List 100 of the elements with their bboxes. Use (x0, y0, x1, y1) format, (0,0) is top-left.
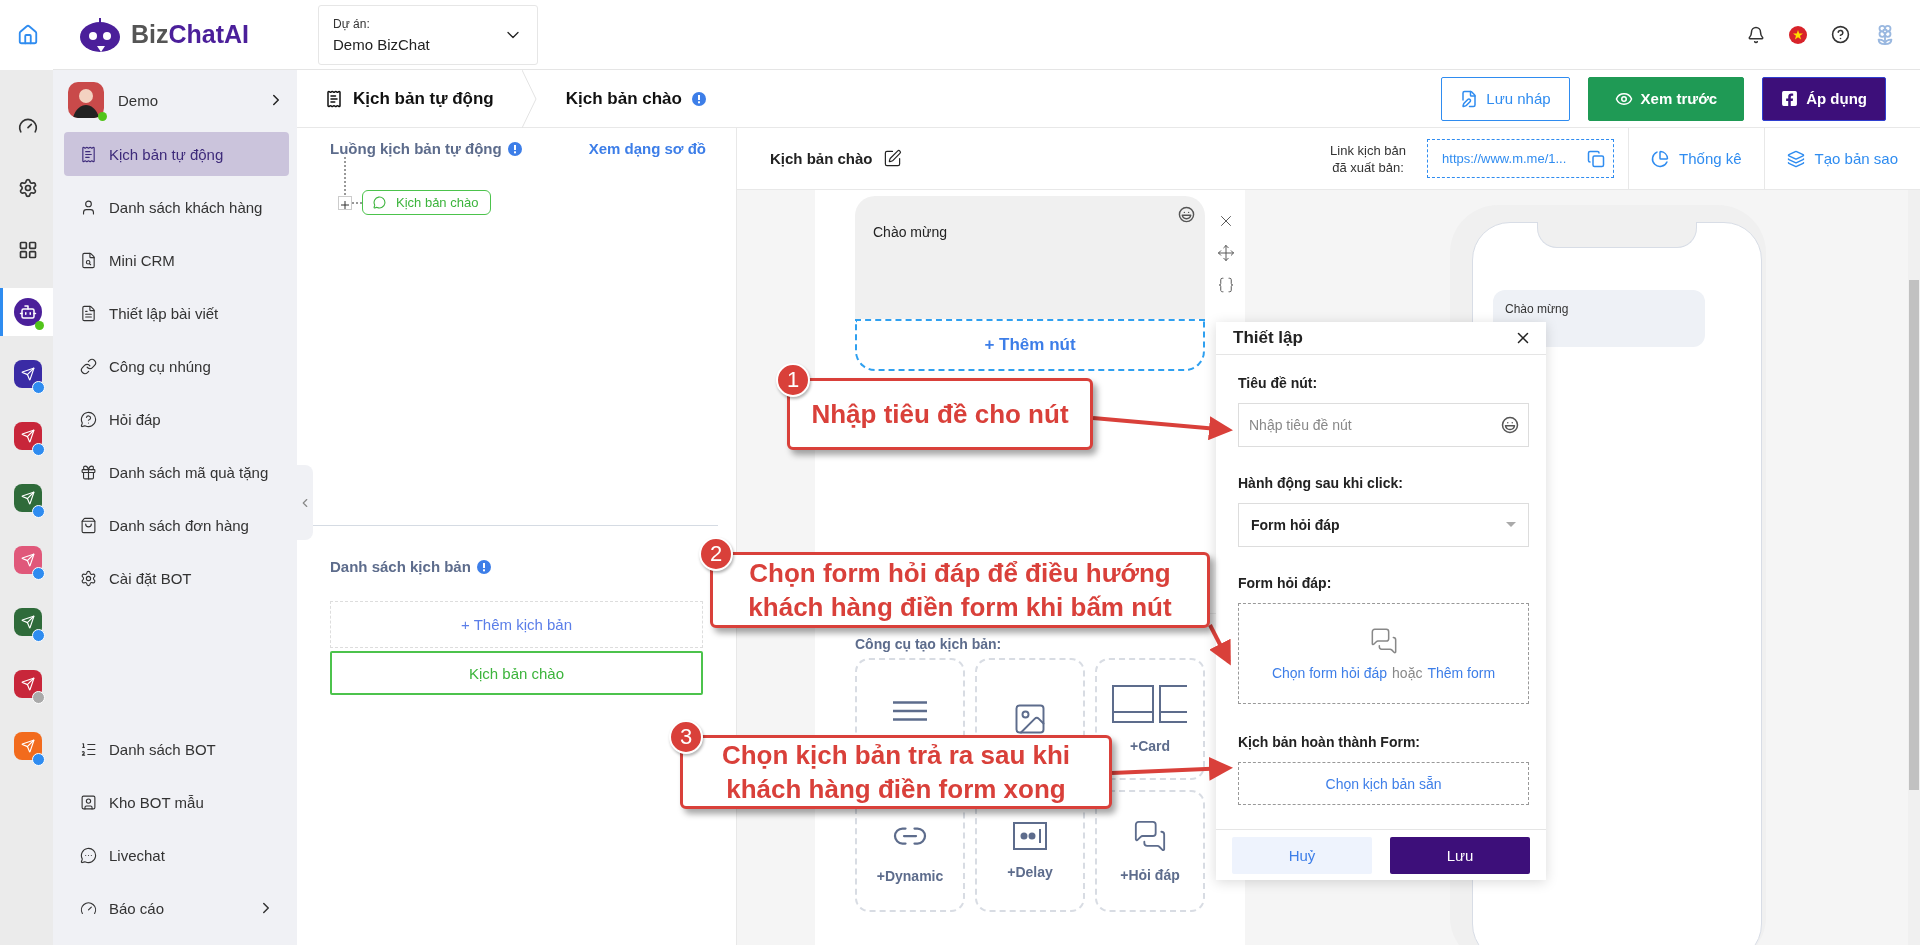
gauge-icon (18, 116, 38, 136)
save-draft-button[interactable]: Lưu nháp (1441, 76, 1570, 121)
choose-script-button[interactable]: Chọn kịch bản sẵn (1238, 762, 1529, 805)
list-icon (80, 145, 97, 163)
button-title-field[interactable]: Nhập tiêu đề nút (1238, 403, 1529, 447)
document-icon (325, 89, 343, 108)
rail-item[interactable] (0, 288, 53, 336)
step-number: 2 (699, 537, 733, 571)
message-text: Chào mừng (873, 224, 947, 240)
emoji-icon[interactable] (1178, 206, 1195, 223)
delay-icon (1013, 822, 1047, 850)
braces-icon[interactable] (1217, 276, 1235, 294)
document-icon (1460, 89, 1479, 108)
save-button[interactable]: Lưu (1390, 836, 1530, 874)
editor-title: Kịch bản chào (770, 150, 873, 167)
online-dot (35, 321, 44, 330)
flag-icon[interactable] (1789, 25, 1807, 44)
breadcrumb-item[interactable]: Kịch bản chào (537, 88, 734, 109)
cancel-button[interactable]: Huỷ (1232, 836, 1372, 874)
gift-icon (80, 463, 97, 481)
app-icon[interactable] (14, 360, 42, 388)
bag-icon (80, 516, 97, 534)
link-label: Link kịch bản đã xuất bản: (1329, 141, 1407, 176)
sidebar-item[interactable]: Hỏi đáp (64, 397, 289, 441)
add-form-link[interactable]: Thêm form (1427, 664, 1496, 681)
chat-icon (80, 846, 97, 864)
sidebar-item[interactable]: Thiết lập bài viết (64, 291, 289, 335)
settings-icon (80, 569, 97, 587)
scrollbar-thumb[interactable] (1909, 280, 1919, 790)
add-script-button[interactable]: + Thêm kịch bản (330, 601, 703, 648)
sidebar-item[interactable]: Danh sách khách hàng (64, 185, 289, 229)
sidebar-item[interactable]: Danh sách BOT (64, 727, 289, 771)
lines-icon (893, 701, 927, 721)
choose-form-link[interactable]: Chọn form hỏi đáp (1271, 664, 1388, 681)
or-text: hoặc (1392, 664, 1423, 681)
diagram-view-link[interactable]: Xem dạng sơ đồ (588, 140, 706, 157)
info-icon (476, 559, 491, 574)
step-number: 3 (669, 720, 703, 754)
panel-title: Thiết lập (1233, 328, 1303, 348)
sidebar-item[interactable]: Kho BOT mẫu (64, 780, 289, 824)
info-icon (507, 141, 522, 156)
scrollbar[interactable] (1908, 190, 1920, 945)
field-label: Form hỏi đáp: (1238, 575, 1333, 591)
add-button[interactable]: + Thêm nút (855, 319, 1205, 371)
cards-icon (1112, 684, 1188, 724)
home-icon (17, 24, 39, 46)
app-icon[interactable] (14, 422, 42, 450)
chat-bubbles-icon (1369, 626, 1398, 655)
field-label: Hành động sau khi click: (1238, 475, 1404, 491)
avatar (68, 82, 104, 118)
question-icon (80, 410, 97, 428)
sidebar-item[interactable]: Kịch bản tự động (64, 132, 289, 176)
action-select[interactable]: Form hỏi đáp (1238, 503, 1529, 547)
section-title: Danh sách kịch bản (330, 558, 471, 575)
edit-icon[interactable] (882, 149, 902, 168)
app-icon[interactable] (14, 608, 42, 636)
layers-icon (1786, 149, 1805, 168)
breadcrumb-item[interactable]: Kịch bản tự động (297, 88, 522, 109)
robot-icon (14, 298, 42, 326)
pie-chart-icon (1651, 149, 1670, 168)
duplicate-button[interactable]: Tạo bản sao (1763, 127, 1920, 190)
emoji-icon[interactable] (1501, 416, 1519, 434)
plus-icon[interactable] (338, 196, 352, 210)
sidebar-item[interactable]: Livechat (64, 833, 289, 877)
sidebar-item[interactable]: Danh sách đơn hàng (64, 503, 289, 547)
facebook-icon (1781, 90, 1799, 107)
caret-icon (1506, 522, 1516, 528)
sidebar-item[interactable]: Mini CRM (64, 238, 289, 282)
statistics-button[interactable]: Thống kê (1628, 127, 1764, 190)
sidebar-item[interactable]: Báo cáo (64, 886, 289, 930)
list-icon (80, 740, 97, 758)
sidebar-item[interactable]: Cài đặt BOT (64, 556, 289, 600)
logo-text: BizChatAI (131, 20, 250, 49)
preview-button[interactable]: Xem trước (1587, 76, 1745, 121)
messenger-icon (373, 196, 386, 209)
link-icon (80, 357, 97, 375)
field-label: Kịch bản hoàn thành Form: (1238, 734, 1421, 750)
move-icon[interactable] (1217, 244, 1235, 262)
published-link-field[interactable]: https://www.m.me/1... (1427, 139, 1615, 178)
gauge-icon (80, 899, 97, 917)
field-label: Tiêu đề nút: (1238, 375, 1319, 391)
robot-logo-icon (77, 15, 123, 54)
document-icon (80, 304, 97, 322)
grid-icon (18, 240, 38, 260)
bell-icon[interactable] (1747, 25, 1765, 44)
user-icon (80, 198, 97, 216)
sidebar-item[interactable]: Công cụ nhúng (64, 344, 289, 388)
user-menu[interactable]: Demo (64, 82, 289, 132)
apply-button[interactable]: Áp dụng (1762, 76, 1886, 121)
copy-icon[interactable] (1587, 149, 1606, 168)
document-icon (80, 251, 97, 269)
app-icon[interactable] (14, 484, 42, 512)
sidebar-item[interactable]: Danh sách mã quà tặng (64, 450, 289, 494)
callout-text: Nhập tiêu đề cho nút (811, 398, 1069, 431)
chat-bubbles-icon (1133, 819, 1167, 853)
section-title: Luồng kịch bản tự động (330, 140, 502, 157)
help-icon[interactable] (1831, 25, 1850, 44)
project-dropdown[interactable]: Dự án: Demo BizChat (318, 4, 538, 65)
info-icon (691, 91, 706, 106)
settings-icon (18, 178, 38, 198)
